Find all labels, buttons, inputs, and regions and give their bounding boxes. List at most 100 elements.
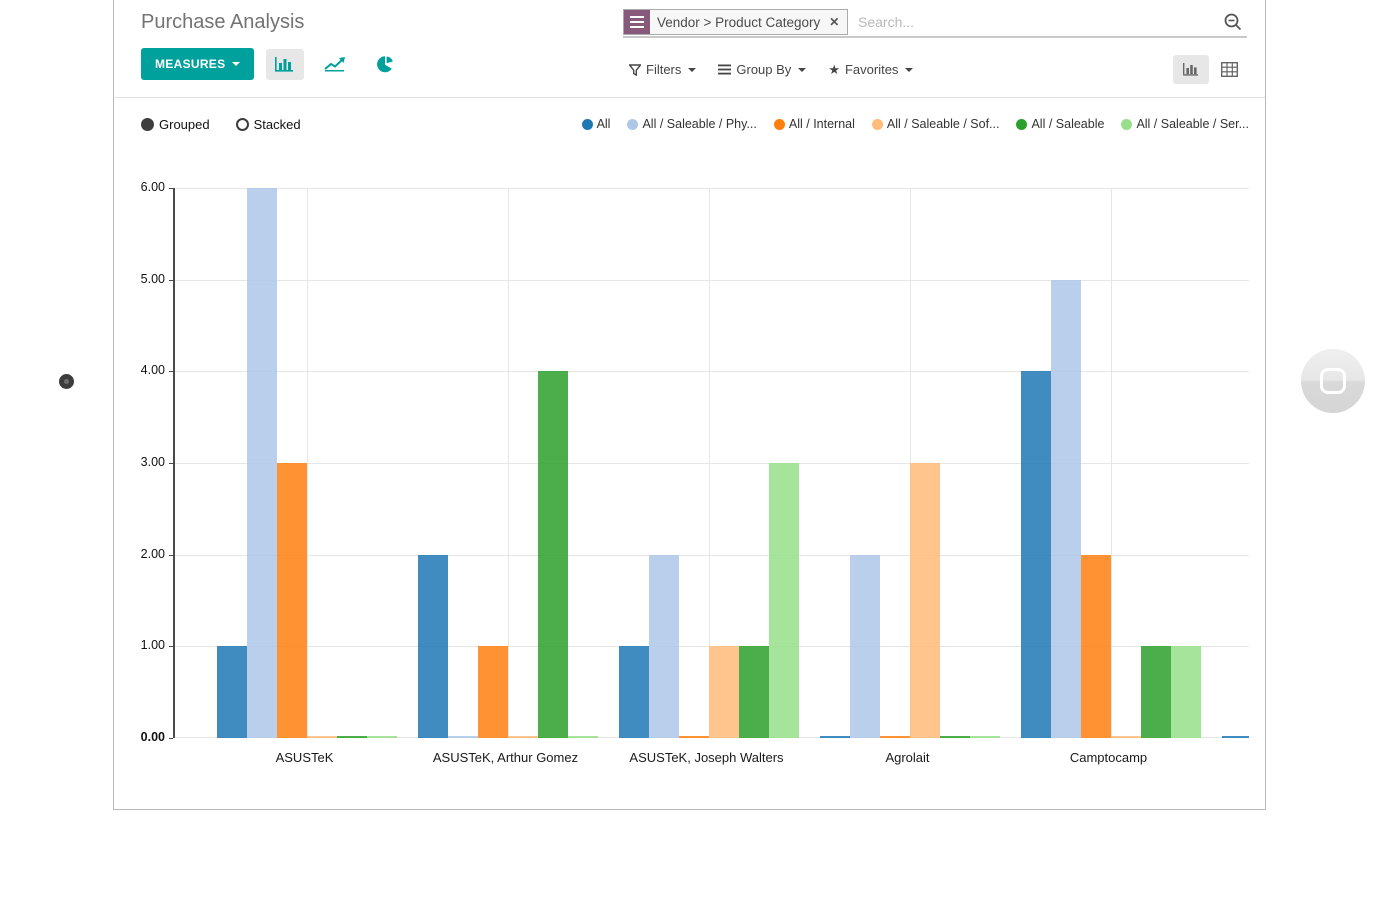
chart: 0.001.002.003.004.005.006.00ASUSTeKASUST… <box>173 188 1249 738</box>
grouped-label: Grouped <box>159 117 210 132</box>
grouped-mode-radio[interactable]: Grouped <box>141 117 210 132</box>
magnifier-minus-icon[interactable] <box>1223 12 1243 32</box>
bar-mode-group: Grouped Stacked <box>141 117 301 132</box>
bar[interactable] <box>217 646 247 738</box>
legend-label: All / Saleable <box>1031 117 1104 131</box>
y-axis-label: 0.00 <box>119 730 165 744</box>
y-axis-label: 4.00 <box>119 363 165 377</box>
bar[interactable] <box>538 371 568 738</box>
bar-chart-type-button[interactable] <box>266 49 304 80</box>
measures-row: MEASURES <box>141 48 404 80</box>
legend-item[interactable]: All / Saleable / Ser... <box>1121 117 1249 131</box>
x-axis-label: ASUSTeK, Arthur Gomez <box>396 750 616 765</box>
bar[interactable] <box>709 646 739 738</box>
bar[interactable] <box>1111 736 1141 738</box>
bar[interactable] <box>508 736 538 738</box>
bar[interactable] <box>277 463 307 738</box>
bar-view-icon <box>1182 62 1201 77</box>
pivot-grid-icon <box>1221 62 1238 77</box>
bar[interactable] <box>619 646 649 738</box>
legend-dot-icon <box>774 119 785 130</box>
plot-area <box>173 188 1249 738</box>
legend-item[interactable]: All / Saleable <box>1016 117 1104 131</box>
chevron-down-icon <box>232 62 240 66</box>
groupby-facet[interactable]: Vendor > Product Category ✕ <box>623 9 848 35</box>
y-axis-tick <box>169 738 173 739</box>
bar-chart-icon <box>274 56 296 73</box>
facet-remove-icon[interactable]: ✕ <box>827 10 847 34</box>
x-axis-label: Camptocamp <box>999 750 1219 765</box>
y-axis-label: 2.00 <box>119 547 165 561</box>
search-input[interactable] <box>858 9 1188 35</box>
group-by-menu-button[interactable]: Group By <box>718 62 806 77</box>
pie-chart-type-button[interactable] <box>366 49 404 80</box>
clipped-bar[interactable] <box>1222 736 1250 738</box>
chevron-down-icon <box>688 68 696 72</box>
bar[interactable] <box>970 736 1000 738</box>
x-axis-label: Agrolait <box>798 750 1018 765</box>
radio-unchecked-icon <box>236 118 249 131</box>
favorites-menu-button[interactable]: ★ Favorites <box>828 62 913 78</box>
control-panel-separator <box>114 97 1265 98</box>
list-icon <box>624 10 650 34</box>
legend-item[interactable]: All / Saleable / Sof... <box>872 117 1000 131</box>
chevron-down-icon <box>798 68 806 72</box>
bar[interactable] <box>1051 280 1081 738</box>
bar[interactable] <box>679 736 709 738</box>
filters-label: Filters <box>646 62 681 77</box>
search-underline <box>623 36 1247 38</box>
assistive-touch-button[interactable] <box>1301 349 1365 413</box>
bar[interactable] <box>1081 555 1111 738</box>
legend-item[interactable]: All <box>582 117 611 131</box>
bar[interactable] <box>448 736 478 738</box>
filters-menu-button[interactable]: Filters <box>629 62 696 77</box>
bar[interactable] <box>247 188 277 738</box>
filter-row: Filters Group By ★ Favorites <box>629 54 1247 85</box>
bar[interactable] <box>568 736 598 738</box>
bar[interactable] <box>367 736 397 738</box>
radio-checked-icon <box>141 118 154 131</box>
bar[interactable] <box>1021 371 1051 738</box>
bar[interactable] <box>649 555 679 738</box>
bar[interactable] <box>910 463 940 738</box>
pivot-view-button[interactable] <box>1211 55 1247 84</box>
graph-view-button[interactable] <box>1173 55 1209 84</box>
legend-dot-icon <box>872 119 883 130</box>
funnel-icon <box>629 64 641 76</box>
bar[interactable] <box>880 736 910 738</box>
line-chart-type-button[interactable] <box>316 49 354 80</box>
bar[interactable] <box>478 646 508 738</box>
legend-item[interactable]: All / Saleable / Phy... <box>627 117 756 131</box>
measures-button[interactable]: MEASURES <box>141 48 254 80</box>
home-square-icon <box>1320 368 1346 394</box>
bar[interactable] <box>820 736 850 738</box>
search-bar: Vendor > Product Category ✕ <box>623 9 1247 39</box>
bar[interactable] <box>1171 646 1201 738</box>
stacked-mode-radio[interactable]: Stacked <box>236 117 301 132</box>
legend-label: All / Saleable / Ser... <box>1136 117 1249 131</box>
x-gridline <box>1111 188 1112 738</box>
legend-item[interactable]: All / Internal <box>774 117 855 131</box>
favorites-label: Favorites <box>845 62 898 77</box>
y-axis-label: 5.00 <box>119 272 165 286</box>
legend-label: All / Internal <box>789 117 855 131</box>
legend-dot-icon <box>582 119 593 130</box>
legend-label: All <box>597 117 611 131</box>
purchase-analysis-card: Purchase Analysis MEASURES <box>113 0 1266 810</box>
bar[interactable] <box>1141 646 1171 738</box>
page-title: Purchase Analysis <box>141 11 304 34</box>
bar[interactable] <box>418 555 448 738</box>
legend-dot-icon <box>627 119 638 130</box>
x-axis-label: ASUSTeK <box>195 750 415 765</box>
bar[interactable] <box>940 736 970 738</box>
bar[interactable] <box>769 463 799 738</box>
y-axis-label: 6.00 <box>119 180 165 194</box>
bar[interactable] <box>337 736 367 738</box>
group-by-label: Group By <box>736 62 791 77</box>
x-gridline <box>307 188 308 738</box>
y-gridline <box>175 463 1249 464</box>
bar[interactable] <box>307 736 337 738</box>
bar[interactable] <box>739 646 769 738</box>
bar[interactable] <box>850 555 880 738</box>
line-chart-icon <box>324 56 346 72</box>
